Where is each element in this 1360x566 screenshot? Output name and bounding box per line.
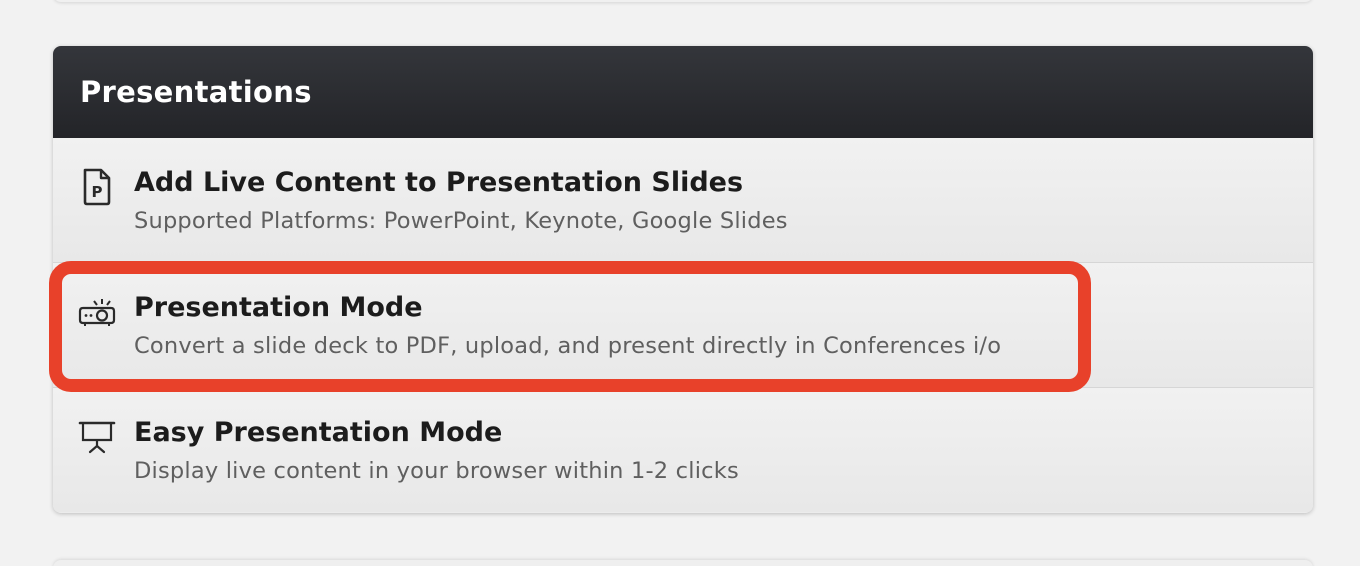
- item-add-live-content[interactable]: P Add Live Content to Presentation Slide…: [53, 138, 1313, 263]
- presentations-panel: Presentations P Add Live Content to Pres…: [53, 46, 1313, 513]
- item-title: Easy Presentation Mode: [134, 417, 503, 448]
- item-subtitle: Display live content in your browser wit…: [134, 458, 739, 484]
- projector-icon: [78, 293, 116, 331]
- item-easy-presentation-mode[interactable]: Easy Presentation Mode Display live cont…: [53, 388, 1313, 512]
- svg-text:P: P: [92, 183, 103, 201]
- powerpoint-file-icon: P: [78, 168, 116, 206]
- panel-header: Presentations: [53, 46, 1313, 138]
- panel-title: Presentations: [80, 75, 312, 109]
- presentation-screen-icon: [78, 418, 116, 456]
- item-title: Presentation Mode: [134, 292, 423, 323]
- previous-card: [53, 0, 1313, 2]
- page: Presentations P Add Live Content to Pres…: [0, 0, 1360, 566]
- item-presentation-mode[interactable]: Presentation Mode Convert a slide deck t…: [53, 263, 1313, 388]
- next-card: [53, 560, 1313, 566]
- item-subtitle: Convert a slide deck to PDF, upload, and…: [134, 333, 1002, 359]
- item-subtitle: Supported Platforms: PowerPoint, Keynote…: [134, 208, 788, 234]
- item-title: Add Live Content to Presentation Slides: [134, 167, 744, 198]
